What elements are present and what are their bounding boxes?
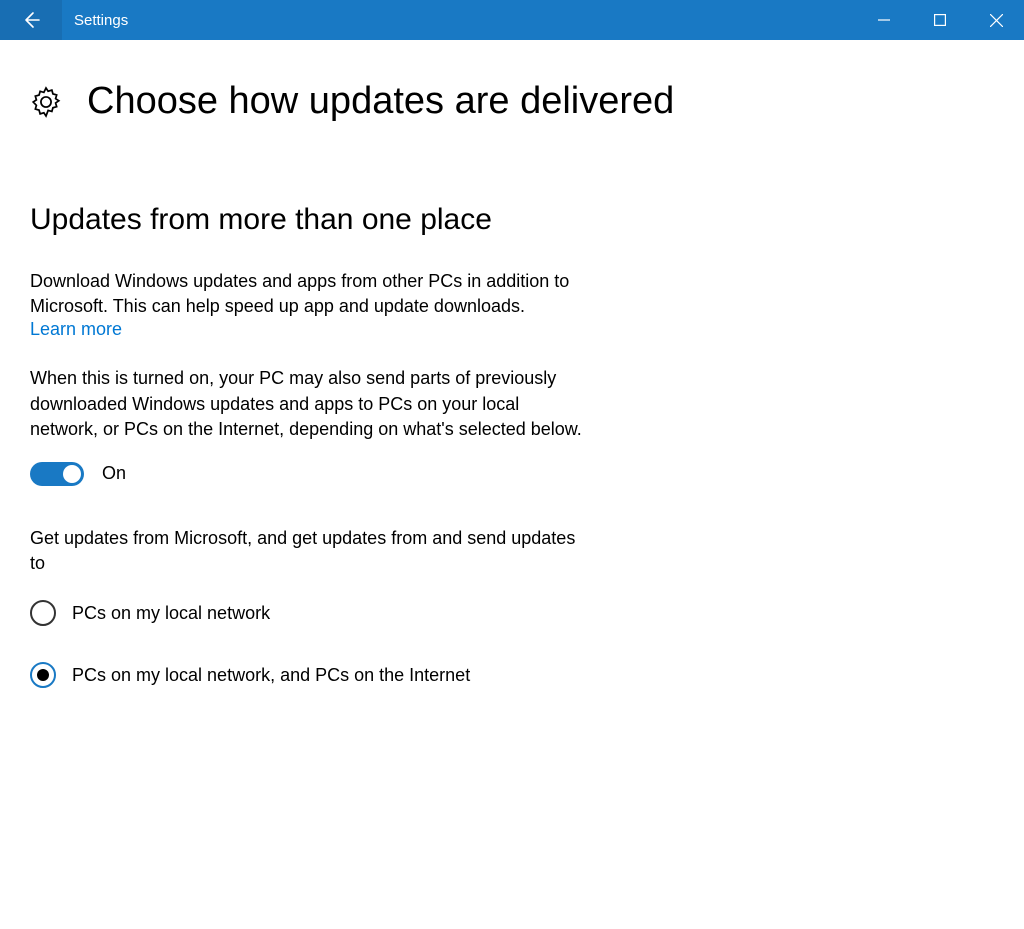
back-arrow-icon xyxy=(21,10,41,30)
window-controls xyxy=(856,0,1024,40)
radio-option-local-and-internet[interactable]: PCs on my local network, and PCs on the … xyxy=(30,662,590,688)
radio-label: PCs on my local network xyxy=(72,603,270,624)
section-description-1: Download Windows updates and apps from o… xyxy=(30,269,590,319)
section-updates-from-more-than-one-place: Updates from more than one place Downloa… xyxy=(30,203,590,688)
close-button[interactable] xyxy=(968,0,1024,40)
radio-button-unselected xyxy=(30,600,56,626)
minimize-button[interactable] xyxy=(856,0,912,40)
maximize-icon xyxy=(934,14,946,26)
radio-option-local-network[interactable]: PCs on my local network xyxy=(30,600,590,626)
radio-group-label: Get updates from Microsoft, and get upda… xyxy=(30,526,590,576)
section-description-2: When this is turned on, your PC may also… xyxy=(30,366,590,442)
maximize-button[interactable] xyxy=(912,0,968,40)
toggle-knob xyxy=(63,465,81,483)
toggle-label: On xyxy=(102,463,126,484)
titlebar: Settings xyxy=(0,0,1024,40)
back-button[interactable] xyxy=(0,0,62,40)
content-area: Choose how updates are delivered Updates… xyxy=(0,40,1024,688)
radio-label: PCs on my local network, and PCs on the … xyxy=(72,665,470,686)
radio-dot-icon xyxy=(37,669,49,681)
toggle-row: On xyxy=(30,462,590,486)
window-title: Settings xyxy=(62,0,856,40)
close-icon xyxy=(990,14,1003,27)
page-header: Choose how updates are delivered xyxy=(30,80,1024,123)
section-title: Updates from more than one place xyxy=(30,203,590,237)
page-title: Choose how updates are delivered xyxy=(87,80,674,123)
minimize-icon xyxy=(878,14,890,26)
radio-button-selected xyxy=(30,662,56,688)
gear-icon xyxy=(30,86,62,118)
delivery-optimization-toggle[interactable] xyxy=(30,462,84,486)
learn-more-link[interactable]: Learn more xyxy=(30,319,122,340)
